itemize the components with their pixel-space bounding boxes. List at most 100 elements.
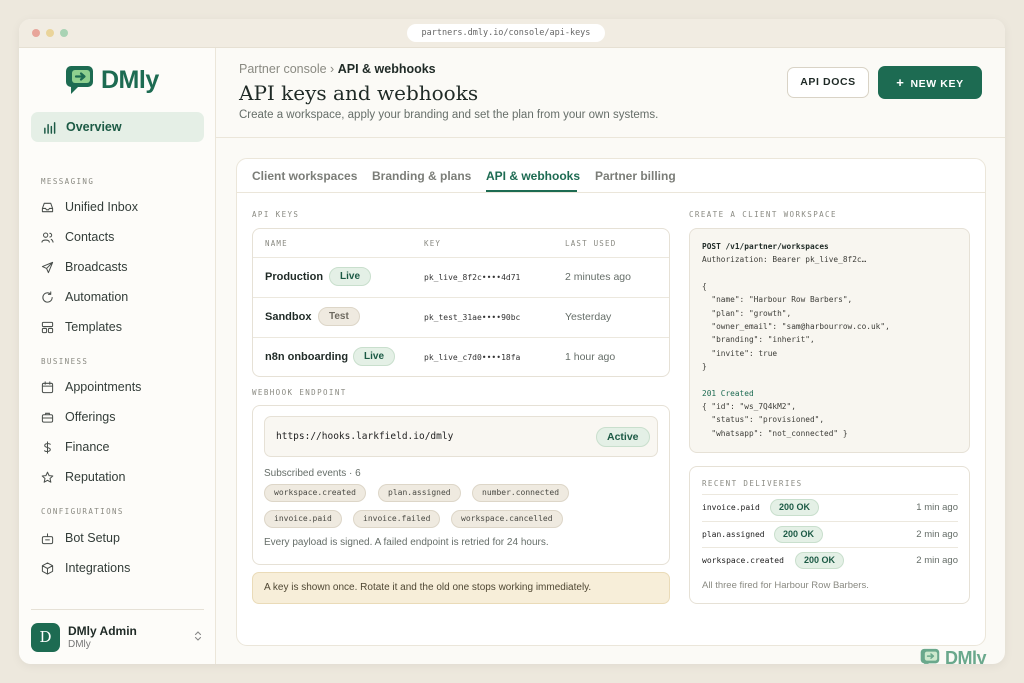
minimize-window-dot[interactable]	[46, 29, 54, 37]
list-item[interactable]: plan.assigned 200 OK 2 min ago	[702, 523, 958, 549]
sidebar-item-automation[interactable]: Automation	[41, 287, 128, 307]
row-divider	[253, 297, 669, 298]
event-chip[interactable]: workspace.created	[264, 484, 366, 502]
brand-name: DMly	[945, 648, 987, 664]
code-line: 201 Created	[702, 389, 754, 398]
active-tab-indicator	[486, 190, 577, 192]
event-chip[interactable]: workspace.cancelled	[451, 510, 563, 528]
status-badge: Live	[329, 267, 372, 286]
sidebar-item-label: Integrations	[65, 561, 131, 575]
tab-api-webhooks[interactable]: API & webhooks	[486, 169, 580, 183]
sidebar-item-finance[interactable]: Finance	[41, 437, 109, 457]
event-chip[interactable]: invoice.failed	[353, 510, 441, 528]
code-line: "branding": "inherit",	[702, 335, 815, 344]
sidebar-item-integrations[interactable]: Integrations	[41, 558, 130, 578]
recent-deliveries-label: RECENT DELIVERIES	[702, 479, 803, 488]
chevron-up-down-icon	[194, 631, 202, 641]
sidebar-item-templates[interactable]: Templates	[41, 317, 122, 337]
sidebar: DMly Overview MESSAGING Unified Inbox Co…	[19, 48, 216, 664]
page-header: Partner console › API & webhooks API key…	[216, 48, 1005, 138]
api-keys-table: NAME KEY LAST USED Production Live pk_li…	[252, 228, 670, 377]
api-docs-button[interactable]: API DOCS	[787, 67, 869, 98]
webhook-panel: https://hooks.larkfield.io/dmly Active S…	[252, 405, 670, 565]
recent-deliveries-panel: RECENT DELIVERIES invoice.paid 200 OK 1 …	[689, 466, 970, 604]
logo-icon	[920, 648, 940, 664]
deliveries-note: All three fired for Harbour Row Barbers.	[702, 580, 869, 591]
address-bar[interactable]: partners.dmly.io/console/api-keys	[407, 24, 605, 42]
user-menu[interactable]: D DMly Admin DMly	[31, 621, 204, 653]
close-window-dot[interactable]	[32, 29, 40, 37]
delivery-time: 2 min ago	[916, 555, 958, 566]
logo-icon	[66, 66, 93, 94]
column-header-name: NAME	[265, 239, 288, 248]
sidebar-item-label: Automation	[65, 290, 129, 304]
browser-titlebar: partners.dmly.io/console/api-keys	[19, 19, 1005, 48]
status-badge: Active	[596, 427, 650, 447]
sidebar-item-label: Reputation	[65, 470, 126, 484]
tab-bar: Client workspaces Branding & plans API &…	[237, 159, 985, 193]
sidebar-item-bot-setup[interactable]: Bot Setup	[41, 528, 120, 548]
list-item[interactable]: workspace.created 200 OK 2 min ago	[702, 549, 958, 575]
sidebar-item-label: Overview	[66, 120, 122, 134]
sidebar-item-offerings[interactable]: Offerings	[41, 407, 116, 427]
footer-logo: DMly	[920, 648, 987, 664]
sidebar-item-label: Finance	[65, 440, 110, 454]
nav-section-messaging: MESSAGING	[41, 177, 95, 186]
code-line: "plan": "growth",	[702, 309, 792, 318]
key-value[interactable]: pk_live_8f2c••••4d71	[424, 273, 520, 282]
sidebar-item-label: Broadcasts	[65, 260, 128, 274]
code-sample[interactable]: POST /v1/partner/workspaces Authorizatio…	[689, 228, 970, 453]
key-name: n8n onboarding	[265, 351, 349, 363]
last-used: 2 minutes ago	[565, 271, 631, 283]
event-chip[interactable]: number.connected	[472, 484, 570, 502]
brand-name: DMly	[101, 65, 159, 94]
key-value[interactable]: pk_live_c7d0••••18fa	[424, 353, 520, 362]
sidebar-item-label: Templates	[65, 320, 122, 334]
key-value[interactable]: pk_test_31ae••••90bc	[424, 313, 520, 322]
sidebar-item-overview[interactable]: Overview	[31, 112, 204, 142]
sidebar-item-broadcasts[interactable]: Broadcasts	[41, 257, 128, 277]
new-key-button[interactable]: + NEW KEY	[878, 66, 982, 99]
sidebar-divider	[31, 609, 204, 610]
event-chip[interactable]: plan.assigned	[378, 484, 461, 502]
status-badge: Live	[353, 347, 396, 366]
sidebar-item-label: Offerings	[65, 410, 116, 424]
last-used: Yesterday	[565, 311, 612, 323]
delivery-event: workspace.created	[702, 556, 784, 565]
key-name: Production	[265, 271, 324, 283]
code-line: "whatsapp": "not_connected" }	[702, 429, 848, 438]
code-line: Authorization: Bearer pk_live_8f2c…	[702, 255, 867, 264]
breadcrumb-current: API & webhooks	[337, 62, 436, 76]
breadcrumb: Partner console › API & webhooks	[239, 62, 436, 76]
tab-branding-plans[interactable]: Branding & plans	[372, 169, 471, 183]
code-line: "owner_email": "sam@harbourrow.co.uk",	[702, 322, 890, 331]
nav-section-configurations: CONFIGURATIONS	[41, 507, 124, 516]
app-window: partners.dmly.io/console/api-keys DMly O…	[19, 19, 1005, 664]
tab-client-workspaces[interactable]: Client workspaces	[252, 169, 357, 183]
star-icon	[41, 471, 54, 483]
avatar: D	[31, 623, 60, 652]
tab-partner-billing[interactable]: Partner billing	[595, 169, 676, 183]
brand-logo[interactable]: DMly	[65, 65, 159, 95]
page-title: API keys and webhooks	[239, 81, 479, 105]
maximize-window-dot[interactable]	[60, 29, 68, 37]
users-icon	[41, 232, 54, 243]
bot-icon	[41, 532, 54, 544]
main-card: Client workspaces Branding & plans API &…	[236, 158, 986, 646]
sidebar-item-unified-inbox[interactable]: Unified Inbox	[41, 197, 138, 217]
sidebar-item-appointments[interactable]: Appointments	[41, 377, 141, 397]
status-badge: 200 OK	[795, 552, 845, 569]
key-warning-banner: A key is shown once. Rotate it and the o…	[252, 572, 670, 604]
nav-section-business: BUSINESS	[41, 357, 89, 366]
sidebar-item-label: Unified Inbox	[65, 200, 138, 214]
sidebar-item-contacts[interactable]: Contacts	[41, 227, 114, 247]
user-name: DMly Admin	[68, 624, 137, 638]
sidebar-item-reputation[interactable]: Reputation	[41, 467, 125, 487]
webhook-url-field[interactable]: https://hooks.larkfield.io/dmly Active	[264, 416, 658, 457]
column-header-last-used: LAST USED	[565, 239, 617, 248]
list-item[interactable]: invoice.paid 200 OK 1 min ago	[702, 496, 958, 522]
event-chip[interactable]: invoice.paid	[264, 510, 342, 528]
subscribed-events-count: Subscribed events · 6	[264, 468, 361, 479]
webhook-label: WEBHOOK ENDPOINT	[252, 388, 347, 397]
breadcrumb-parent[interactable]: Partner console	[239, 62, 327, 76]
